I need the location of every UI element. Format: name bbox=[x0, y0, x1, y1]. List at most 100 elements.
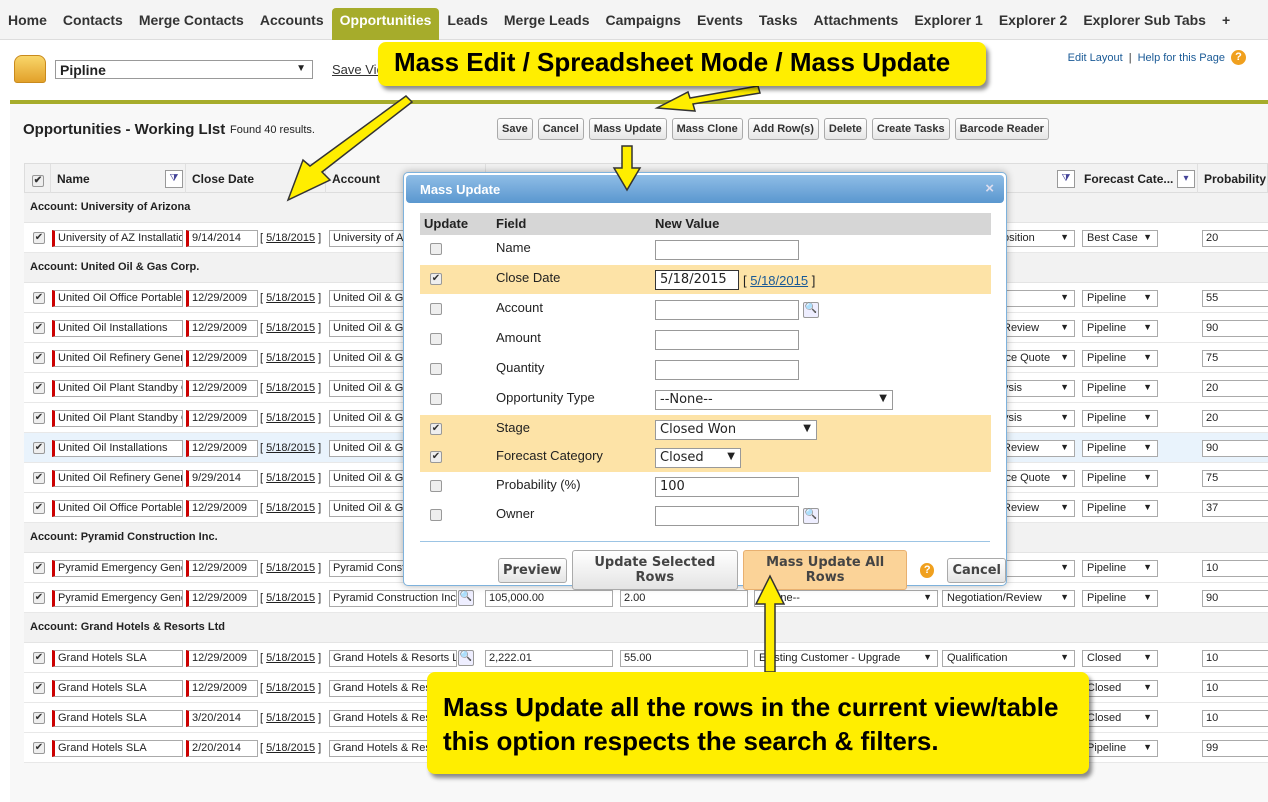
forecast-select[interactable]: Closed ▼ bbox=[1082, 650, 1158, 667]
name-field[interactable]: United Oil Office Portable bbox=[52, 500, 183, 517]
probability-field[interactable]: 90 bbox=[1202, 320, 1268, 337]
today-link[interactable]: [ 5/18/2015 ] bbox=[260, 652, 321, 664]
value-select[interactable]: Closed Won ▼ bbox=[655, 420, 817, 440]
forecast-select[interactable]: Pipeline ▼ bbox=[1082, 470, 1158, 487]
probability-field[interactable]: 10 bbox=[1202, 650, 1268, 667]
update-checkbox[interactable] bbox=[430, 243, 442, 255]
type-select[interactable]: --None-- ▼ bbox=[754, 590, 938, 607]
today-date[interactable]: 5/18/2015 bbox=[266, 382, 315, 394]
row-checkbox[interactable]: ✔ bbox=[33, 412, 45, 424]
cancel-button[interactable]: Cancel bbox=[947, 557, 1006, 583]
delete-button[interactable]: Delete bbox=[823, 118, 867, 140]
today-date[interactable]: 5/18/2015 bbox=[266, 292, 315, 304]
close-date-field[interactable]: 12/29/2009 bbox=[186, 560, 258, 577]
update-checkbox[interactable] bbox=[430, 509, 442, 521]
tab-merge-leads[interactable]: Merge Leads bbox=[496, 8, 598, 36]
update-checkbox[interactable]: ✔ bbox=[430, 273, 442, 285]
tab-events[interactable]: Events bbox=[689, 8, 751, 36]
today-link[interactable]: [ 5/18/2015 ] bbox=[260, 592, 321, 604]
probability-field[interactable]: 90 bbox=[1202, 440, 1268, 457]
forecast-select[interactable]: Best Case ▼ bbox=[1082, 230, 1158, 247]
today-link[interactable]: [ 5/18/2015 ] bbox=[260, 712, 321, 724]
update-checkbox[interactable] bbox=[430, 333, 442, 345]
update-checkbox[interactable] bbox=[430, 480, 442, 492]
probability-field[interactable]: 75 bbox=[1202, 350, 1268, 367]
lookup-icon[interactable]: 🔍 bbox=[803, 302, 819, 318]
close-date-field[interactable]: 12/29/2009 bbox=[186, 290, 258, 307]
probability-field[interactable]: 10 bbox=[1202, 710, 1268, 727]
account-field[interactable]: Grand Hotels & Resorts Ltd bbox=[329, 650, 457, 667]
probability-field[interactable]: 10 bbox=[1202, 560, 1268, 577]
today-link[interactable]: [ 5/18/2015 ] bbox=[260, 412, 321, 424]
close-date-field[interactable]: 9/14/2014 bbox=[186, 230, 258, 247]
tab-home[interactable]: Home bbox=[0, 8, 55, 36]
help-icon[interactable]: ? bbox=[1231, 50, 1246, 65]
forecast-select[interactable]: Pipeline ▼ bbox=[1082, 350, 1158, 367]
today-link[interactable]: [ 5/18/2015 ] bbox=[260, 352, 321, 364]
tab-contacts[interactable]: Contacts bbox=[55, 8, 131, 36]
value-input[interactable] bbox=[655, 240, 799, 260]
column-menu-icon[interactable]: ▾ bbox=[1177, 170, 1195, 188]
row-checkbox[interactable]: ✔ bbox=[33, 682, 45, 694]
today-link[interactable]: [ 5/18/2015 ] bbox=[260, 502, 321, 514]
close-date-field[interactable]: 9/29/2014 bbox=[186, 470, 258, 487]
stage-select[interactable]: Qualification ▼ bbox=[942, 650, 1075, 667]
quantity-field[interactable]: 2.00 bbox=[620, 590, 748, 607]
close-date-field[interactable]: 3/20/2014 bbox=[186, 710, 258, 727]
today-link[interactable]: [ 5/18/2015 ] bbox=[260, 382, 321, 394]
filter-icon[interactable]: ⧩ bbox=[165, 170, 183, 188]
probability-field[interactable]: 20 bbox=[1202, 380, 1268, 397]
today-date[interactable]: 5/18/2015 bbox=[266, 352, 315, 364]
close-date-field[interactable]: 12/29/2009 bbox=[186, 350, 258, 367]
name-field[interactable]: United Oil Refinery Generators bbox=[52, 350, 183, 367]
update-checkbox[interactable] bbox=[430, 393, 442, 405]
mass-clone-button[interactable]: Mass Clone bbox=[671, 118, 743, 140]
close-date-field[interactable]: 12/29/2009 bbox=[186, 500, 258, 517]
row-checkbox[interactable]: ✔ bbox=[33, 652, 45, 664]
today-date[interactable]: 5/18/2015 bbox=[266, 322, 315, 334]
row-checkbox[interactable]: ✔ bbox=[33, 352, 45, 364]
today-date[interactable]: 5/18/2015 bbox=[266, 502, 315, 514]
name-field[interactable]: United Oil Plant Standby Gen bbox=[52, 380, 183, 397]
probability-field[interactable]: 99 bbox=[1202, 740, 1268, 757]
tab-explorer-sub-tabs[interactable]: Explorer Sub Tabs bbox=[1075, 8, 1214, 36]
col-close-date[interactable]: Close Date bbox=[186, 164, 326, 194]
tab-merge-contacts[interactable]: Merge Contacts bbox=[131, 8, 252, 36]
name-field[interactable]: Grand Hotels SLA bbox=[52, 680, 183, 697]
create-tasks-button[interactable]: Create Tasks bbox=[871, 118, 950, 140]
row-checkbox[interactable]: ✔ bbox=[33, 292, 45, 304]
stage-select[interactable]: Negotiation/Review ▼ bbox=[942, 590, 1075, 607]
name-field[interactable]: United Oil Installations bbox=[52, 440, 183, 457]
help-icon[interactable]: ? bbox=[920, 562, 935, 578]
value-input[interactable] bbox=[655, 330, 799, 350]
today-link[interactable]: [ 5/18/2015 ] bbox=[260, 232, 321, 244]
name-field[interactable]: Grand Hotels SLA bbox=[52, 650, 183, 667]
quantity-field[interactable]: 55.00 bbox=[620, 650, 748, 667]
today-date[interactable]: 5/18/2015 bbox=[266, 472, 315, 484]
today-link[interactable]: [ 5/18/2015 ] bbox=[260, 292, 321, 304]
update-checkbox[interactable] bbox=[430, 303, 442, 315]
probability-field[interactable]: 75 bbox=[1202, 470, 1268, 487]
today-date[interactable]: 5/18/2015 bbox=[266, 652, 315, 664]
today-link[interactable]: [ 5/18/2015 ] bbox=[260, 322, 321, 334]
row-checkbox[interactable]: ✔ bbox=[33, 472, 45, 484]
type-select[interactable]: Existing Customer - Upgrade ▼ bbox=[754, 650, 938, 667]
mass-update-all-rows-button[interactable]: Mass Update All Rows bbox=[743, 550, 908, 590]
close-date-field[interactable]: 2/20/2014 bbox=[186, 740, 258, 757]
forecast-select[interactable]: Pipeline ▼ bbox=[1082, 410, 1158, 427]
account-field[interactable]: Pyramid Construction Inc. bbox=[329, 590, 457, 607]
update-checkbox[interactable]: ✔ bbox=[430, 451, 442, 463]
amount-field[interactable]: 105,000.00 bbox=[485, 590, 613, 607]
tab-campaigns[interactable]: Campaigns bbox=[597, 8, 688, 36]
value-input[interactable] bbox=[655, 300, 799, 320]
edit-layout-link[interactable]: Edit Layout bbox=[1068, 52, 1123, 64]
amount-field[interactable]: 2,222.01 bbox=[485, 650, 613, 667]
select-all-checkbox[interactable]: ✔ bbox=[32, 175, 44, 187]
today-link[interactable]: [ 5/18/2015 ] bbox=[260, 562, 321, 574]
today-date[interactable]: 5/18/2015 bbox=[266, 232, 315, 244]
value-select[interactable]: Closed ▼ bbox=[655, 448, 741, 468]
forecast-select[interactable]: Pipeline ▼ bbox=[1082, 440, 1158, 457]
name-field[interactable]: United Oil Refinery Generators bbox=[52, 470, 183, 487]
close-date-field[interactable]: 12/29/2009 bbox=[186, 650, 258, 667]
today-date[interactable]: 5/18/2015 bbox=[266, 412, 315, 424]
